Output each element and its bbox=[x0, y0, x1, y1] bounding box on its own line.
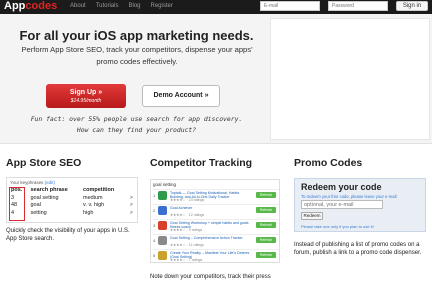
competitor-screenshot: goal setting 1 Toptalk — Goal Setting Mo… bbox=[150, 179, 280, 263]
table-row[interactable]: 48 goal v. v. high > bbox=[9, 202, 135, 210]
sign-up-price: $14.95/month bbox=[70, 98, 102, 104]
app-icon bbox=[158, 221, 167, 230]
sign-in-button[interactable]: Sign in bbox=[396, 1, 428, 11]
table-row[interactable]: 4 setting high > bbox=[9, 210, 135, 218]
col-competition: competition bbox=[83, 187, 115, 193]
redeem-description: To redeem your free code, please leave y… bbox=[301, 194, 398, 199]
seo-title: App Store SEO bbox=[6, 157, 82, 169]
position-highlight bbox=[9, 187, 25, 221]
logo[interactable]: Appcodes bbox=[4, 0, 57, 13]
sign-up-label: Sign Up » bbox=[69, 89, 103, 96]
list-item[interactable]: 2 Goal Achiever ★★★★☆ · 12 ratings Refre… bbox=[153, 204, 279, 217]
refresh-button[interactable]: Refresh bbox=[256, 252, 276, 258]
app-icon bbox=[158, 191, 167, 200]
promo-email-input[interactable] bbox=[301, 200, 383, 209]
redeem-button[interactable]: Redeem bbox=[301, 212, 323, 220]
fun-fact: Fun fact: over 55% people use search for… bbox=[30, 115, 243, 134]
chevron-right-icon[interactable]: > bbox=[126, 195, 135, 203]
hero-section: For all your iOS app marketing needs. Pe… bbox=[0, 14, 432, 144]
promo-description: Instead of publishing a list of promo co… bbox=[294, 242, 422, 256]
nav-link-blog[interactable]: Blog bbox=[128, 1, 140, 12]
app-icon bbox=[158, 206, 167, 215]
hero-subtitle: Perform App Store SEO, track your compet… bbox=[21, 45, 253, 66]
hero-title: For all your iOS app marketing needs. bbox=[19, 28, 254, 43]
list-item[interactable]: 3 Goal Setting Workshop + simple habits … bbox=[153, 219, 279, 232]
nav-link-about[interactable]: About bbox=[70, 1, 86, 12]
seo-screenshot: Your keyphrases (edit) pos. search phras… bbox=[6, 177, 138, 223]
rating: ★★★★☆ · 12 ratings bbox=[170, 213, 205, 217]
chevron-right-icon[interactable]: > bbox=[126, 210, 135, 218]
rating: ★★★★☆ · 7 ratings bbox=[170, 258, 203, 262]
password-field[interactable] bbox=[328, 1, 388, 11]
chevron-right-icon[interactable]: > bbox=[126, 202, 135, 210]
redeem-title: Redeem your code bbox=[301, 182, 382, 192]
keyphrases-label: Your keyphrases (edit) bbox=[10, 180, 55, 185]
edit-link[interactable]: (edit) bbox=[45, 180, 55, 185]
competitor-keyword: goal setting bbox=[153, 182, 177, 187]
demo-account-button[interactable]: Demo Account » bbox=[142, 85, 220, 107]
sign-up-button[interactable]: Sign Up » $14.95/month bbox=[46, 84, 126, 108]
email-field[interactable] bbox=[260, 1, 320, 11]
col-phrase: search phrase bbox=[30, 187, 68, 193]
list-item[interactable]: 5 Create Your Reality – Manifest Your Li… bbox=[153, 249, 279, 262]
redeem-note: Please take one only if you plan to use … bbox=[301, 224, 374, 229]
table-row[interactable]: 3 goal setting medium > bbox=[9, 195, 135, 203]
app-icon bbox=[158, 251, 167, 260]
nav-links: About Tutorials Blog Register bbox=[70, 1, 173, 12]
list-item[interactable]: 4 Goal Setting – Comprehensive Action Tr… bbox=[153, 234, 279, 247]
top-nav-bar: Appcodes About Tutorials Blog Register S… bbox=[0, 0, 432, 14]
refresh-button[interactable]: Refresh bbox=[256, 192, 276, 198]
app-icon bbox=[158, 236, 167, 245]
rating: ★★★★☆ · 11 ratings bbox=[170, 243, 204, 247]
refresh-button[interactable]: Refresh bbox=[256, 207, 276, 213]
keyphrase-table: pos. search phrase competition 3 goal se… bbox=[9, 187, 135, 217]
redeem-card: Redeem your code To redeem your free cod… bbox=[294, 178, 426, 232]
nav-link-tutorials[interactable]: Tutorials bbox=[96, 1, 119, 12]
competitor-description: Note down your competitors, track their … bbox=[150, 274, 271, 280]
competitor-title: Competitor Tracking bbox=[150, 157, 253, 169]
hero-image-panel bbox=[270, 18, 430, 140]
refresh-button[interactable]: Refresh bbox=[256, 222, 276, 228]
refresh-button[interactable]: Refresh bbox=[256, 237, 276, 243]
list-item[interactable]: 1 Toptalk — Goal Setting Motivational, H… bbox=[153, 189, 279, 202]
rating: ★★★★☆ · 9 ratings bbox=[170, 228, 203, 232]
seo-description: Quickly check the visibility of your app… bbox=[6, 228, 130, 242]
promo-title: Promo Codes bbox=[294, 157, 363, 169]
nav-link-register[interactable]: Register bbox=[151, 1, 173, 12]
rating: ★★★★☆ · 23 ratings bbox=[170, 198, 205, 202]
